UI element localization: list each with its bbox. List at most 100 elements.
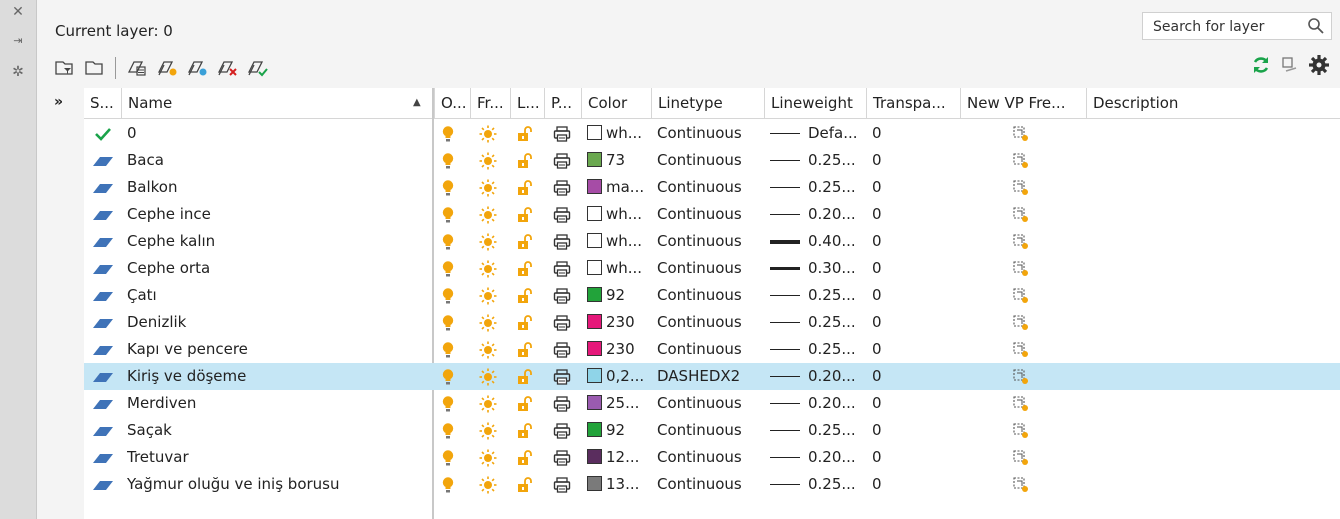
layer-row[interactable]: Cephe ince wh... Continuous 0.20... 0: [84, 201, 1340, 228]
layer-row[interactable]: Tretuvar 12... Continuous 0.20... 0: [84, 444, 1340, 471]
new-layer-vp-frozen-icon[interactable]: [184, 55, 210, 81]
layer-name[interactable]: Kapı ve pencere: [127, 336, 427, 363]
layer-overrides-icon[interactable]: [1280, 55, 1300, 75]
layer-row[interactable]: Cephe kalın wh... Continuous 0.40... 0: [84, 228, 1340, 255]
layer-description[interactable]: [1092, 444, 1332, 471]
layer-status-icon[interactable]: [84, 255, 121, 282]
layer-states-manager-icon[interactable]: [124, 55, 150, 81]
layer-transparency[interactable]: 0: [872, 336, 952, 363]
vp-freeze-icon[interactable]: [960, 336, 1082, 363]
layer-linetype[interactable]: Continuous: [657, 471, 764, 498]
printer-icon[interactable]: [544, 147, 580, 174]
layer-name[interactable]: 0: [127, 120, 427, 147]
sun-icon[interactable]: [470, 282, 506, 309]
sun-icon[interactable]: [470, 336, 506, 363]
layer-status-icon[interactable]: [84, 417, 121, 444]
layer-status-icon[interactable]: [84, 390, 121, 417]
close-icon[interactable]: ✕: [0, 4, 36, 20]
layer-name[interactable]: Kiriş ve döşeme: [127, 363, 427, 390]
layer-description[interactable]: [1092, 336, 1332, 363]
unlocked-padlock-icon[interactable]: [510, 390, 540, 417]
layer-color[interactable]: wh...: [587, 228, 651, 255]
printer-icon[interactable]: [544, 336, 580, 363]
lightbulb-icon[interactable]: [434, 255, 462, 282]
lightbulb-icon[interactable]: [434, 228, 462, 255]
layer-name[interactable]: Denizlik: [127, 309, 427, 336]
expand-filter-tree-icon[interactable]: »: [54, 94, 63, 110]
layer-name[interactable]: Balkon: [127, 174, 427, 201]
vp-freeze-icon[interactable]: [960, 363, 1082, 390]
layer-color[interactable]: 12...: [587, 444, 651, 471]
printer-icon[interactable]: [544, 282, 580, 309]
lightbulb-icon[interactable]: [434, 174, 462, 201]
layer-row[interactable]: 0 wh... Continuous Defa... 0: [84, 120, 1340, 147]
layer-linetype[interactable]: Continuous: [657, 336, 764, 363]
layer-transparency[interactable]: 0: [872, 201, 952, 228]
search-input[interactable]: [1143, 13, 1303, 39]
layer-linetype[interactable]: Continuous: [657, 174, 764, 201]
layer-name[interactable]: Saçak: [127, 417, 427, 444]
layer-lineweight[interactable]: 0.20...: [770, 390, 866, 417]
layer-description[interactable]: [1092, 120, 1332, 147]
auto-hide-icon[interactable]: ⇥: [0, 34, 36, 47]
column-header-description[interactable]: Description: [1086, 88, 1336, 118]
sun-icon[interactable]: [470, 147, 506, 174]
search-box[interactable]: [1142, 12, 1332, 40]
layer-status-icon[interactable]: [84, 309, 121, 336]
layer-transparency[interactable]: 0: [872, 363, 952, 390]
column-header-on[interactable]: O...: [434, 88, 470, 118]
vp-freeze-icon[interactable]: [960, 444, 1082, 471]
vp-freeze-icon[interactable]: [960, 201, 1082, 228]
properties-icon[interactable]: ✲: [0, 64, 36, 80]
vp-freeze-icon[interactable]: [960, 282, 1082, 309]
lightbulb-icon[interactable]: [434, 336, 462, 363]
lightbulb-icon[interactable]: [434, 309, 462, 336]
layer-row[interactable]: Yağmur oluğu ve iniş borusu 13... Continuo…: [84, 471, 1340, 498]
unlocked-padlock-icon[interactable]: [510, 363, 540, 390]
sun-icon[interactable]: [470, 228, 506, 255]
layer-color[interactable]: ma...: [587, 174, 651, 201]
column-header-name[interactable]: Name: [121, 88, 431, 118]
printer-icon[interactable]: [544, 417, 580, 444]
unlocked-padlock-icon[interactable]: [510, 309, 540, 336]
layer-row[interactable]: Kiriş ve döşeme 0,2... DASHEDX2 0.20... 0: [84, 363, 1340, 390]
layer-color[interactable]: 92: [587, 417, 651, 444]
printer-icon[interactable]: [544, 174, 580, 201]
sun-icon[interactable]: [470, 309, 506, 336]
unlocked-padlock-icon[interactable]: [510, 417, 540, 444]
layer-row[interactable]: Çatı 92 Continuous 0.25... 0: [84, 282, 1340, 309]
check-icon[interactable]: [84, 120, 121, 147]
layer-name[interactable]: Cephe ince: [127, 201, 427, 228]
vp-freeze-icon[interactable]: [960, 417, 1082, 444]
column-header-freeze[interactable]: Fr...: [470, 88, 510, 118]
layer-linetype[interactable]: Continuous: [657, 120, 764, 147]
layer-name[interactable]: Çatı: [127, 282, 427, 309]
layer-status-icon[interactable]: [84, 444, 121, 471]
layer-description[interactable]: [1092, 282, 1332, 309]
lightbulb-icon[interactable]: [434, 363, 462, 390]
vp-freeze-icon[interactable]: [960, 228, 1082, 255]
layer-status-icon[interactable]: [84, 228, 121, 255]
layer-transparency[interactable]: 0: [872, 471, 952, 498]
unlocked-padlock-icon[interactable]: [510, 336, 540, 363]
new-layer-icon[interactable]: [154, 55, 180, 81]
sun-icon[interactable]: [470, 417, 506, 444]
sun-icon[interactable]: [470, 174, 506, 201]
layer-description[interactable]: [1092, 147, 1332, 174]
printer-icon[interactable]: [544, 228, 580, 255]
lightbulb-icon[interactable]: [434, 201, 462, 228]
layer-row[interactable]: Cephe orta wh... Continuous 0.30... 0: [84, 255, 1340, 282]
layer-linetype[interactable]: Continuous: [657, 147, 764, 174]
layer-status-icon[interactable]: [84, 282, 121, 309]
layer-name[interactable]: Tretuvar: [127, 444, 427, 471]
printer-icon[interactable]: [544, 444, 580, 471]
layer-transparency[interactable]: 0: [872, 147, 952, 174]
column-header-status[interactable]: S...: [84, 88, 121, 118]
layer-transparency[interactable]: 0: [872, 390, 952, 417]
unlocked-padlock-icon[interactable]: [510, 255, 540, 282]
unlocked-padlock-icon[interactable]: [510, 201, 540, 228]
layer-transparency[interactable]: 0: [872, 282, 952, 309]
layer-color[interactable]: 230: [587, 309, 651, 336]
layer-status-icon[interactable]: [84, 336, 121, 363]
layer-description[interactable]: [1092, 309, 1332, 336]
